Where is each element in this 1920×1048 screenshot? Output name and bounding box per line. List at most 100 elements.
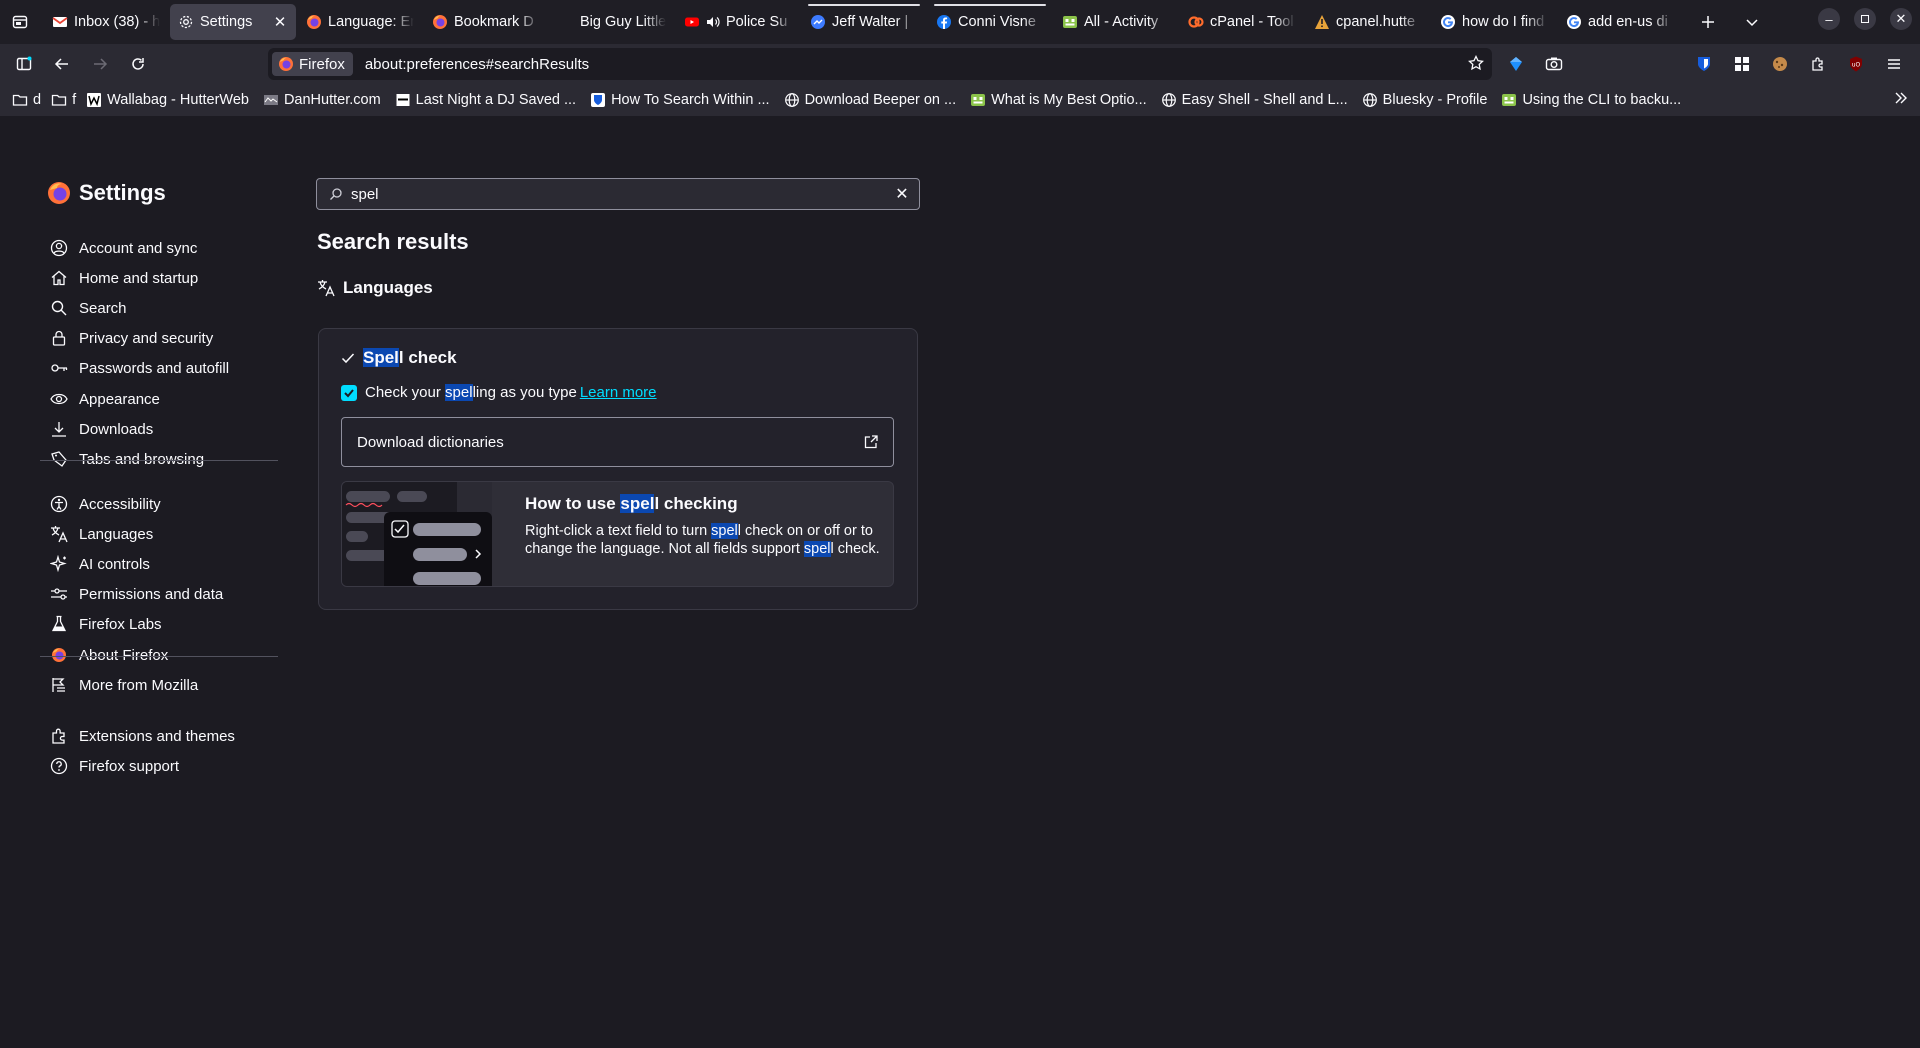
sidebar-item-firefox-support[interactable]: Firefox support xyxy=(50,756,179,776)
browser-tab[interactable]: Big Guy Little W xyxy=(550,4,674,40)
sidebar-item-passwords-and-autofill[interactable]: Passwords and autofill xyxy=(50,358,229,378)
tab-title: cpanel.hutte xyxy=(1336,14,1416,30)
screenshot-button[interactable] xyxy=(1538,48,1570,80)
sidebar-item-downloads[interactable]: Downloads xyxy=(50,419,153,439)
sidebar-item-privacy-and-security[interactable]: Privacy and security xyxy=(50,328,213,348)
identity-box[interactable]: Firefox xyxy=(272,52,353,76)
browser-tab[interactable]: All - Activity xyxy=(1054,4,1178,40)
bookmark-label: Using the CLI to backu... xyxy=(1522,92,1682,108)
download-dictionaries-button[interactable]: Download dictionaries xyxy=(341,417,894,467)
tab-attention-indicator xyxy=(934,4,1046,6)
sidebar-item-firefox-labs[interactable]: Firefox Labs xyxy=(50,614,162,634)
minimize-icon: – xyxy=(1825,11,1833,27)
sidebar-item-more-from-mozilla[interactable]: More from Mozilla xyxy=(50,675,198,695)
bookmark-item[interactable]: DanHutter.com xyxy=(263,92,381,108)
wallabag-icon xyxy=(86,92,102,108)
bookmark-folder[interactable]: d xyxy=(12,92,41,108)
sidebar-item-extensions-and-themes[interactable]: Extensions and themes xyxy=(50,726,235,746)
maximize-icon xyxy=(1861,15,1869,23)
url-text[interactable]: about:preferences#searchResults xyxy=(365,56,589,73)
search-highlight: spel xyxy=(711,523,738,539)
folder-icon xyxy=(12,92,28,108)
browser-tab[interactable]: how do I find xyxy=(1432,4,1556,40)
back-button[interactable] xyxy=(46,48,78,80)
browser-tab[interactable]: Inbox (38) - h xyxy=(44,4,168,40)
sidebar-item-about-firefox[interactable]: About Firefox xyxy=(50,645,168,665)
browser-tab[interactable]: Conni Visne xyxy=(928,4,1052,40)
bookmark-item[interactable]: What is My Best Optio... xyxy=(970,92,1147,108)
window-controls: – ✕ xyxy=(1818,8,1912,30)
diamond-icon xyxy=(1510,57,1522,71)
browser-tab[interactable]: cpanel.hutte xyxy=(1306,4,1430,40)
sidebar-toggle-button[interactable] xyxy=(8,48,40,80)
forward-button[interactable] xyxy=(84,48,116,80)
clear-search-button[interactable]: ✕ xyxy=(891,183,913,205)
bookmark-folder[interactable]: f xyxy=(51,92,76,108)
maximize-button[interactable] xyxy=(1854,8,1876,30)
pocket-extension-button[interactable] xyxy=(1500,48,1532,80)
sidebar-item-permissions-and-data[interactable]: Permissions and data xyxy=(50,584,223,604)
checkbox-check-icon xyxy=(344,388,354,397)
address-bar[interactable]: Firefox about:preferences#searchResults xyxy=(268,48,1492,80)
close-window-button[interactable]: ✕ xyxy=(1890,8,1912,30)
sidebar-item-label: Home and startup xyxy=(79,269,199,287)
settings-search-input[interactable] xyxy=(351,185,891,203)
new-tab-button[interactable] xyxy=(1690,4,1726,40)
sidebar-item-home-and-startup[interactable]: Home and startup xyxy=(50,268,198,288)
bookmark-star-button[interactable] xyxy=(1468,55,1484,71)
firefox-view-button[interactable] xyxy=(2,4,38,40)
sidebar-item-accessibility[interactable]: Accessibility xyxy=(50,494,161,514)
browser-tab[interactable]: Jeff Walter | xyxy=(802,4,926,40)
bookmark-item[interactable]: Easy Shell - Shell and L... xyxy=(1161,92,1348,108)
tab-title: cPanel - Tool xyxy=(1210,14,1294,30)
sidebar-icon xyxy=(16,56,32,71)
sidebar-item-search[interactable]: Search xyxy=(50,298,127,318)
sidebar-item-label: Languages xyxy=(79,525,154,543)
sidebar-item-appearance[interactable]: Appearance xyxy=(50,389,160,409)
sidebar-item-languages[interactable]: Languages xyxy=(50,524,153,544)
sidebar-item-tabs-and-browsing[interactable]: Tabs and browsing xyxy=(50,449,204,469)
bookmark-label: Bluesky - Profile xyxy=(1382,92,1488,108)
sidebar-item-ai-controls[interactable]: AI controls xyxy=(50,554,150,574)
list-all-tabs-button[interactable] xyxy=(1734,4,1770,40)
browser-tab[interactable]: Bookmark D xyxy=(424,4,548,40)
bookmark-item[interactable]: Wallabag - HutterWeb xyxy=(86,92,249,108)
search-highlight: Spel xyxy=(363,348,399,367)
spell-check-illustration xyxy=(342,482,492,586)
check-spelling-label[interactable]: Check your spelling as you type xyxy=(365,384,577,401)
browser-tab[interactable]: Police Su xyxy=(676,4,800,40)
sparkle-icon xyxy=(50,555,68,573)
browser-tab[interactable]: cPanel - Tool xyxy=(1180,4,1304,40)
app-menu-button[interactable] xyxy=(1878,48,1910,80)
bookmark-item[interactable]: Bluesky - Profile xyxy=(1362,92,1488,108)
close-tab-icon[interactable]: ✕ xyxy=(272,14,288,31)
browser-tab[interactable]: Language: En xyxy=(298,4,422,40)
speaker-icon[interactable] xyxy=(706,15,720,29)
account-icon xyxy=(50,239,68,257)
bookmark-label: Last Night a DJ Saved ... xyxy=(415,92,577,108)
cpanel-icon xyxy=(1188,14,1204,30)
bookmark-item[interactable]: Download Beeper on ... xyxy=(784,92,957,108)
bitwarden-extension-button[interactable] xyxy=(1688,48,1720,80)
bookmark-label: How To Search Within ... xyxy=(611,92,770,108)
ublock-extension-button[interactable]: uO xyxy=(1840,48,1872,80)
browser-tab[interactable]: Settings ✕ xyxy=(170,4,296,40)
check-spelling-checkbox[interactable] xyxy=(341,384,357,401)
reload-button[interactable] xyxy=(122,48,154,80)
bookmarks-overflow-button[interactable] xyxy=(1894,91,1908,105)
bookmark-item[interactable]: Using the CLI to backu... xyxy=(1501,92,1681,108)
learn-more-link[interactable]: Learn more xyxy=(580,384,657,401)
bookmark-label: Download Beeper on ... xyxy=(804,92,957,108)
sidebar-item-account-and-sync[interactable]: Account and sync xyxy=(50,238,197,258)
puzzle-icon xyxy=(50,727,68,745)
settings-search-box[interactable]: ✕ xyxy=(316,178,920,210)
checkmark-icon xyxy=(341,353,355,364)
spell-check-card: Spell check Check your spelling as you t… xyxy=(318,328,918,610)
grid-extension-button[interactable] xyxy=(1726,48,1758,80)
browser-tab[interactable]: add en-us di xyxy=(1558,4,1682,40)
extensions-button[interactable] xyxy=(1802,48,1834,80)
bookmark-item[interactable]: How To Search Within ... xyxy=(590,92,770,108)
minimize-button[interactable]: – xyxy=(1818,8,1840,30)
bookmark-item[interactable]: Last Night a DJ Saved ... xyxy=(395,92,576,108)
cookie-extension-button[interactable] xyxy=(1764,48,1796,80)
